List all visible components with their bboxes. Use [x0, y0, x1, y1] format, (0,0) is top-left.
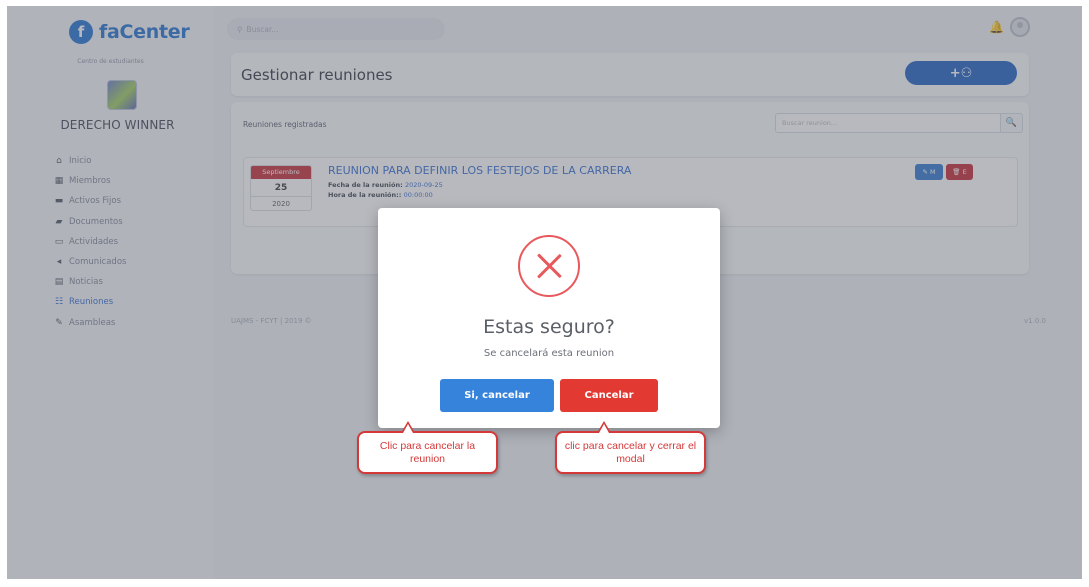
error-x-icon — [518, 235, 580, 297]
confirm-dialog: Estas seguro? Se cancelará esta reunion … — [378, 208, 720, 428]
callout-tail — [401, 421, 415, 433]
annotation-cancel-text: clic para cancelar y cerrar el modal — [564, 439, 697, 465]
annotation-confirm-text: Clic para cancelar la reunion — [379, 439, 476, 465]
annotation-confirm: Clic para cancelar la reunion — [357, 421, 498, 474]
callout-tail — [597, 421, 611, 433]
close-dialog-button[interactable]: Cancelar — [560, 379, 658, 412]
dialog-title: Estas seguro? — [483, 316, 615, 338]
dialog-message: Se cancelará esta reunion — [483, 348, 615, 359]
app-window: f faCenter Centro de estudiantes DERECHO… — [7, 6, 1082, 579]
confirm-cancel-meeting-button[interactable]: Si, cancelar — [440, 379, 554, 412]
annotation-cancel: clic para cancelar y cerrar el modal — [555, 421, 706, 474]
